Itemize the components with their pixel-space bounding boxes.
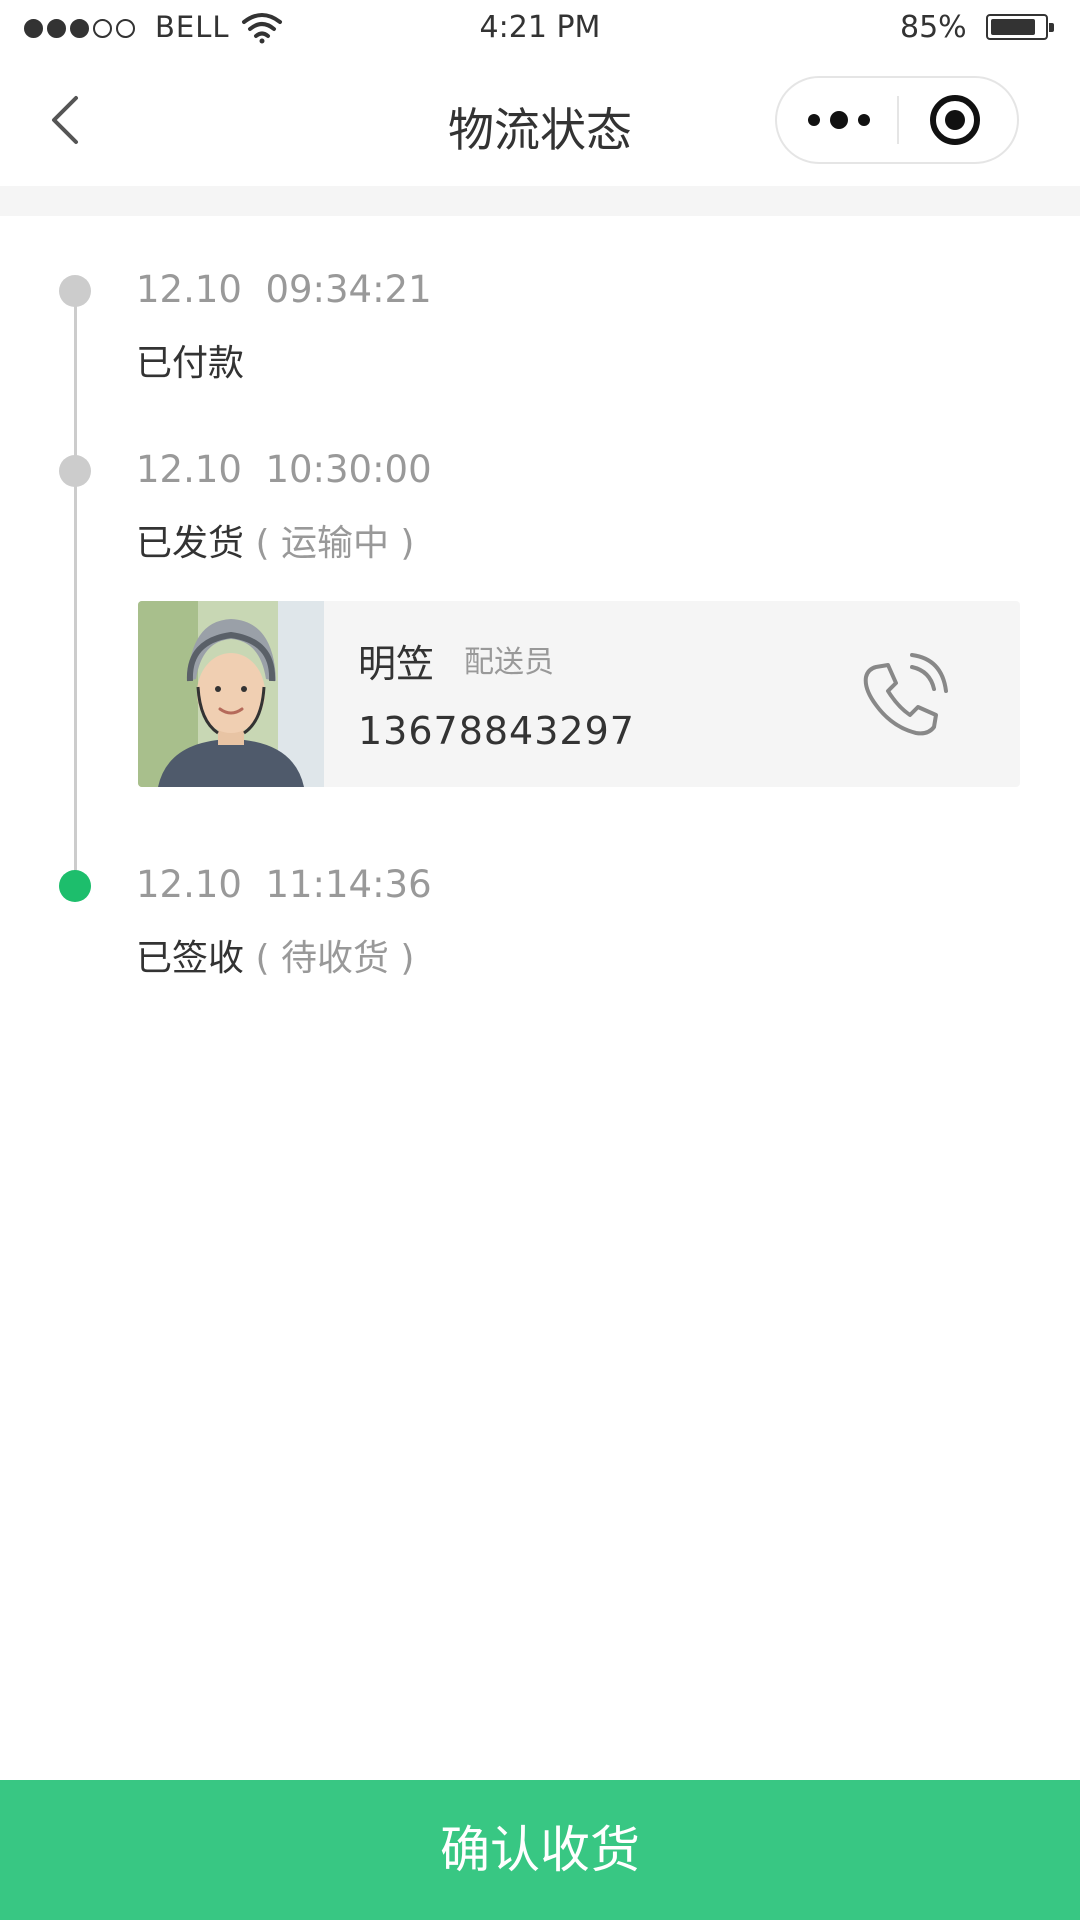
timeline-time: 12.10 09:34:21 (136, 268, 432, 311)
mini-program-capsule (775, 76, 1019, 164)
timeline-time: 12.10 11:14:36 (136, 863, 432, 906)
timeline-line (74, 290, 77, 885)
status-text: 已付款 (136, 343, 245, 384)
timeline-status: 已发货 ( 运输中 ) (136, 514, 414, 566)
status-bar: BELL 4:21 PM 85% (0, 0, 1080, 54)
close-button[interactable] (899, 78, 1017, 162)
battery-icon (986, 14, 1054, 40)
status-note: ( 待收货 ) (255, 938, 415, 979)
more-dots-icon (808, 111, 870, 129)
timeline-dot-active (59, 870, 91, 902)
timeline-dot (59, 275, 91, 307)
phone-icon (863, 653, 948, 736)
confirm-receipt-button[interactable]: 确认收货 (0, 1780, 1080, 1920)
navigation-bar: 物流状态 (0, 54, 1080, 186)
courier-role: 配送员 (464, 645, 554, 680)
timeline-status: 已付款 (136, 334, 244, 386)
courier-card: 明笠 配送员 13678843297 (138, 601, 1020, 787)
more-button[interactable] (777, 78, 897, 162)
status-text: 已发货 (136, 523, 245, 564)
courier-avatar (138, 601, 324, 787)
courier-phone: 13678843297 (358, 709, 635, 753)
timeline-status: 已签收 ( 待收货 ) (136, 929, 414, 981)
status-note: ( 运输中 ) (255, 523, 415, 564)
courier-name: 明笠 (358, 642, 435, 686)
call-button[interactable] (854, 649, 950, 745)
timeline-dot (59, 455, 91, 487)
section-divider (0, 186, 1080, 216)
timeline-time: 12.10 10:30:00 (136, 448, 432, 491)
status-text: 已签收 (136, 938, 245, 979)
battery-percent: 85% (900, 10, 967, 45)
target-circle-icon (930, 95, 980, 145)
